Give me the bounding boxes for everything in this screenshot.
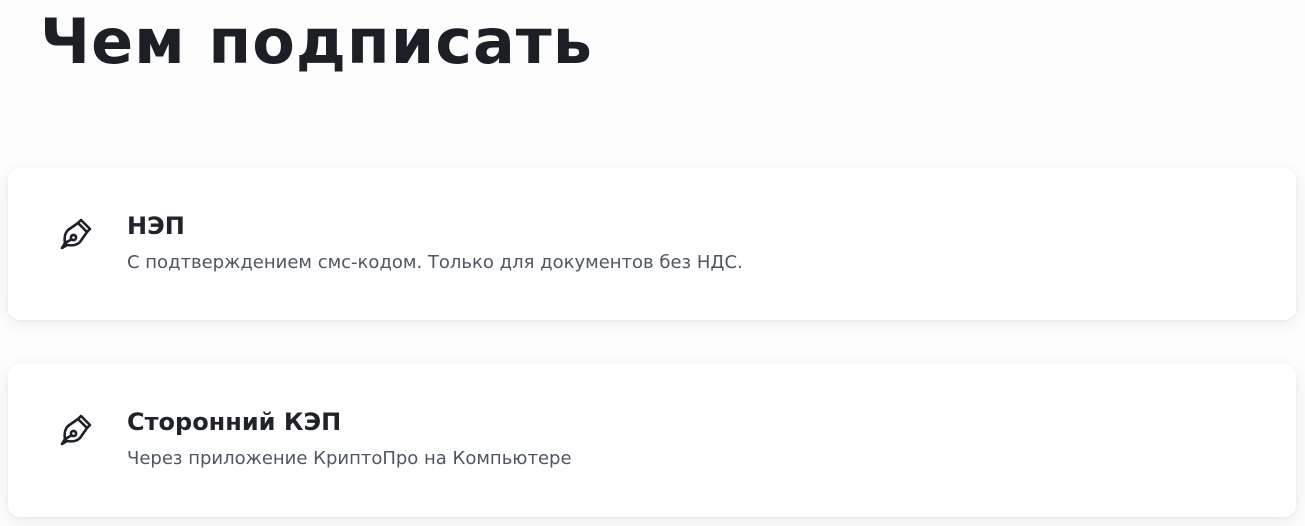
page-title: Чем подписать (40, 5, 593, 78)
pen-nib-icon (54, 410, 94, 450)
option-subtitle: С подтверждением смс-кодом. Только для д… (127, 252, 743, 273)
option-title: Сторонний КЭП (127, 408, 342, 436)
option-subtitle: Через приложение КриптоПро на Компьютере (127, 448, 572, 469)
signing-option-nep[interactable]: НЭП С подтверждением смс-кодом. Только д… (8, 168, 1296, 320)
option-title: НЭП (127, 212, 185, 240)
pen-nib-icon (54, 214, 94, 254)
signing-option-third-party-kep[interactable]: Сторонний КЭП Через приложение КриптоПро… (8, 364, 1296, 517)
